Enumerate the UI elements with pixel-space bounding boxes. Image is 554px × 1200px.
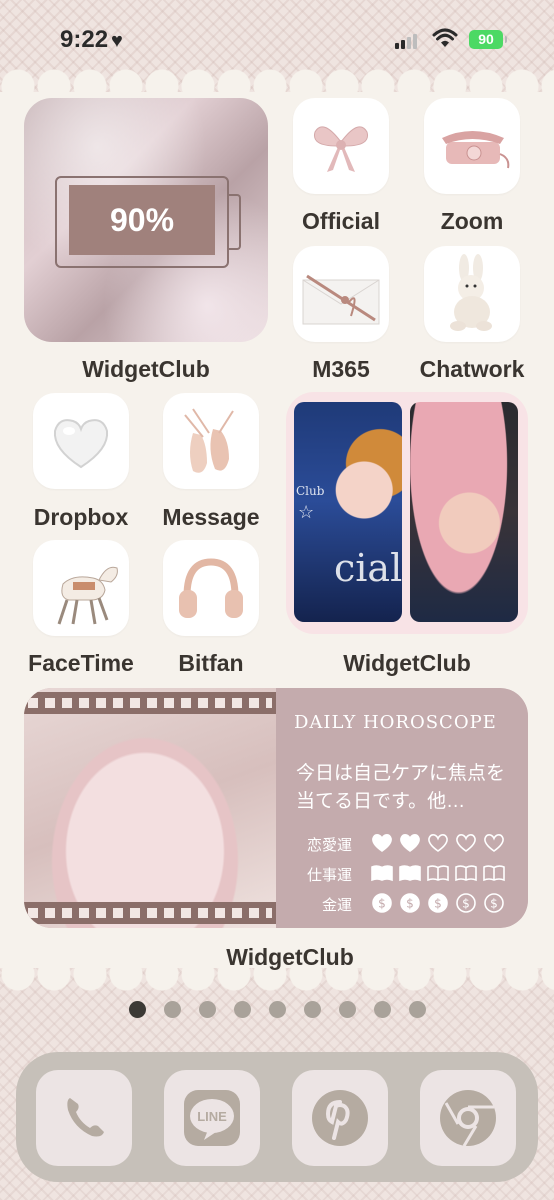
page-dot[interactable] [129,1001,146,1018]
heart-icon-filled [372,834,392,852]
page-indicator[interactable] [129,1001,429,1019]
dock: LINE [16,1052,538,1182]
cellular-signal-icon [395,33,417,49]
horoscope-row-label: 金運 [321,897,352,914]
coin-icon-empty: $ [484,893,504,913]
line-icon-text: LINE [197,1109,227,1124]
pinterest-icon [312,1090,368,1146]
svg-text:$: $ [406,897,414,911]
photo-text-club: Club [296,484,325,498]
app-label-dropbox: Dropbox [33,504,129,530]
app-label-facetime: FaceTime [28,650,134,676]
page-dot[interactable] [409,1001,426,1018]
envelope-ribbon-icon [302,274,380,325]
svg-text:$: $ [434,897,442,911]
bunny-plush-icon [450,254,492,331]
chrome-icon [440,1090,496,1147]
money-rating: $ $ $ $ $ [370,892,510,919]
page-dot[interactable] [304,1001,321,1018]
dock-line[interactable]: LINE [164,1070,260,1166]
book-icon-empty [427,865,449,882]
horoscope-row-label: 仕事運 [306,867,352,884]
svg-text:$: $ [462,897,470,911]
book-icon-empty [483,865,505,882]
battery-indicator: 90 [469,30,507,49]
horoscope-row-work: 仕事運 [276,860,528,888]
app-bitfan[interactable] [163,540,259,636]
heart-icon-empty [428,834,448,852]
pink-telephone-icon [442,131,510,169]
book-icon-filled [371,865,393,882]
horoscope-widget[interactable]: DAILY HOROSCOPE 今日は自己ケアに焦点を当てる日です。他… 恋愛運… [24,688,528,928]
heart-icon-empty [484,834,504,852]
headphones-icon [179,558,243,618]
page-dot[interactable] [269,1001,286,1018]
heart-icon: ♥ [111,30,123,52]
app-chatwork[interactable] [424,246,520,342]
love-rating [370,832,510,859]
page-dot[interactable] [374,1001,391,1018]
app-label-message: Message [162,504,260,530]
coin-icon-filled: $ [428,893,448,913]
heart-icon-filled [400,834,420,852]
photo-text-star: ☆ [298,502,315,523]
horoscope-panel: DAILY HOROSCOPE 今日は自己ケアに焦点を当てる日です。他… 恋愛運… [276,688,528,928]
bow-icon [313,126,369,172]
app-label-m365: M365 [312,356,370,382]
battery-cap [227,194,241,250]
photo-widget[interactable]: Club ☆ cial [286,392,528,634]
horoscope-row-love: 恋愛運 [276,830,528,858]
status-bar: 9:22 ♥ 90 [0,0,554,84]
cake-photo [24,688,276,928]
carousel-horse-icon [57,566,118,625]
coin-icon-filled: $ [372,893,392,913]
app-official[interactable] [293,98,389,194]
app-label-bitfan: Bitfan [178,650,244,676]
dock-phone[interactable] [36,1070,132,1166]
film-strip-bottom [24,902,276,924]
app-label-chatwork: Chatwork [419,356,525,382]
book-icon-filled [399,865,421,882]
app-facetime[interactable] [33,540,129,636]
photo-1: Club ☆ cial [294,402,402,622]
ballet-shoes-icon [184,408,234,473]
app-m365[interactable] [293,246,389,342]
horoscope-row-money: 金運 $ $ $ $ $ [276,890,528,918]
page-dot[interactable] [199,1001,216,1018]
dock-pinterest[interactable] [292,1070,388,1166]
page-dot[interactable] [164,1001,181,1018]
coin-icon-filled: $ [400,893,420,913]
horoscope-widget-label: WidgetClub [226,944,354,970]
app-label-zoom: Zoom [440,208,504,234]
dock-chrome[interactable] [420,1070,516,1166]
glass-heart-icon [53,419,109,469]
horoscope-message: 今日は自己ケアに焦点を当てる日です。他… [296,763,506,812]
app-dropbox[interactable] [33,393,129,489]
book-icon-empty [455,865,477,882]
work-rating [370,862,510,889]
film-strip-top [24,692,276,714]
app-zoom[interactable] [424,98,520,194]
photo-2 [410,402,518,622]
svg-text:$: $ [378,897,386,911]
app-message[interactable] [163,393,259,489]
wifi-icon [432,28,458,47]
heart-icon-empty [456,834,476,852]
battery-widget[interactable]: 90% [24,98,268,342]
status-time: 9:22 ♥ [60,26,123,53]
photo-widget-label: WidgetClub [343,650,471,676]
horoscope-title: DAILY HOROSCOPE [294,712,497,733]
page-dot[interactable] [234,1001,251,1018]
horoscope-row-label: 恋愛運 [306,837,352,854]
app-label-official: Official [302,208,380,234]
phone-icon [67,1098,104,1137]
svg-text:$: $ [490,897,498,911]
battery-widget-label: WidgetClub [82,356,210,382]
coin-icon-empty: $ [456,893,476,913]
photo-text-cial: cial [334,546,402,590]
page-dot[interactable] [339,1001,356,1018]
line-icon: LINE [184,1090,240,1146]
battery-percent: 90% [69,185,215,255]
